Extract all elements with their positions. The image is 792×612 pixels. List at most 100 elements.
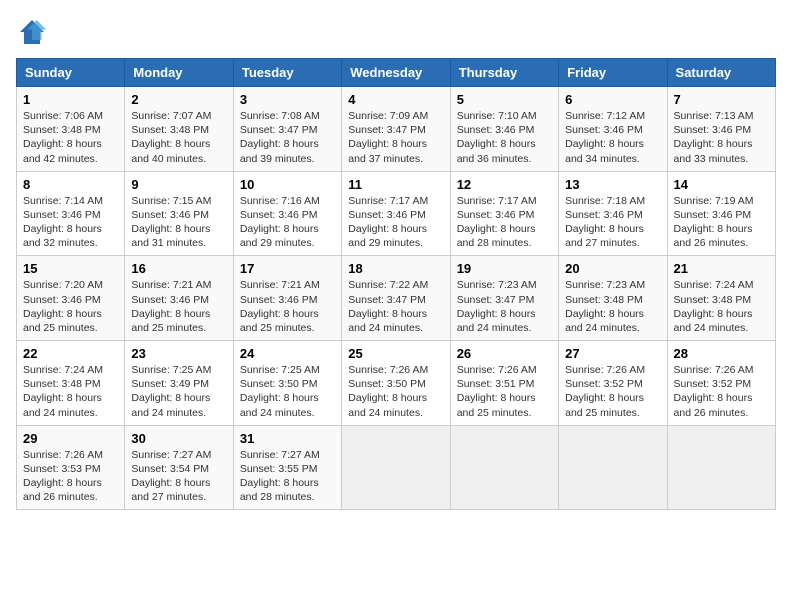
day-number: 31 <box>240 431 335 446</box>
day-number: 28 <box>674 346 769 361</box>
cell-info: Sunrise: 7:23 AMSunset: 3:48 PMDaylight:… <box>565 279 645 334</box>
day-number: 16 <box>131 261 226 276</box>
calendar-cell: 7 Sunrise: 7:13 AMSunset: 3:46 PMDayligh… <box>667 87 775 172</box>
header-sunday: Sunday <box>17 59 125 87</box>
calendar-cell: 17 Sunrise: 7:21 AMSunset: 3:46 PMDaylig… <box>233 256 341 341</box>
cell-info: Sunrise: 7:17 AMSunset: 3:46 PMDaylight:… <box>457 195 537 250</box>
calendar-cell <box>667 425 775 510</box>
calendar-cell: 25 Sunrise: 7:26 AMSunset: 3:50 PMDaylig… <box>342 341 450 426</box>
header-tuesday: Tuesday <box>233 59 341 87</box>
day-number: 8 <box>23 177 118 192</box>
calendar-cell: 21 Sunrise: 7:24 AMSunset: 3:48 PMDaylig… <box>667 256 775 341</box>
cell-info: Sunrise: 7:26 AMSunset: 3:51 PMDaylight:… <box>457 364 537 419</box>
cell-info: Sunrise: 7:09 AMSunset: 3:47 PMDaylight:… <box>348 110 428 165</box>
day-number: 24 <box>240 346 335 361</box>
calendar-body: 1 Sunrise: 7:06 AMSunset: 3:48 PMDayligh… <box>17 87 776 510</box>
day-number: 30 <box>131 431 226 446</box>
day-number: 15 <box>23 261 118 276</box>
calendar-cell: 3 Sunrise: 7:08 AMSunset: 3:47 PMDayligh… <box>233 87 341 172</box>
week-row-1: 1 Sunrise: 7:06 AMSunset: 3:48 PMDayligh… <box>17 87 776 172</box>
calendar-cell: 9 Sunrise: 7:15 AMSunset: 3:46 PMDayligh… <box>125 171 233 256</box>
calendar-cell: 24 Sunrise: 7:25 AMSunset: 3:50 PMDaylig… <box>233 341 341 426</box>
cell-info: Sunrise: 7:24 AMSunset: 3:48 PMDaylight:… <box>674 279 754 334</box>
cell-info: Sunrise: 7:23 AMSunset: 3:47 PMDaylight:… <box>457 279 537 334</box>
day-number: 26 <box>457 346 552 361</box>
calendar-cell <box>559 425 667 510</box>
cell-info: Sunrise: 7:17 AMSunset: 3:46 PMDaylight:… <box>348 195 428 250</box>
day-number: 18 <box>348 261 443 276</box>
calendar-cell: 15 Sunrise: 7:20 AMSunset: 3:46 PMDaylig… <box>17 256 125 341</box>
cell-info: Sunrise: 7:21 AMSunset: 3:46 PMDaylight:… <box>240 279 320 334</box>
day-number: 2 <box>131 92 226 107</box>
day-number: 5 <box>457 92 552 107</box>
calendar-cell: 22 Sunrise: 7:24 AMSunset: 3:48 PMDaylig… <box>17 341 125 426</box>
cell-info: Sunrise: 7:18 AMSunset: 3:46 PMDaylight:… <box>565 195 645 250</box>
day-number: 10 <box>240 177 335 192</box>
day-number: 13 <box>565 177 660 192</box>
week-row-2: 8 Sunrise: 7:14 AMSunset: 3:46 PMDayligh… <box>17 171 776 256</box>
calendar-table: SundayMondayTuesdayWednesdayThursdayFrid… <box>16 58 776 510</box>
calendar-cell: 12 Sunrise: 7:17 AMSunset: 3:46 PMDaylig… <box>450 171 558 256</box>
calendar-cell: 19 Sunrise: 7:23 AMSunset: 3:47 PMDaylig… <box>450 256 558 341</box>
day-number: 11 <box>348 177 443 192</box>
cell-info: Sunrise: 7:26 AMSunset: 3:52 PMDaylight:… <box>674 364 754 419</box>
day-number: 29 <box>23 431 118 446</box>
calendar-cell: 28 Sunrise: 7:26 AMSunset: 3:52 PMDaylig… <box>667 341 775 426</box>
week-row-3: 15 Sunrise: 7:20 AMSunset: 3:46 PMDaylig… <box>17 256 776 341</box>
cell-info: Sunrise: 7:08 AMSunset: 3:47 PMDaylight:… <box>240 110 320 165</box>
calendar-cell: 20 Sunrise: 7:23 AMSunset: 3:48 PMDaylig… <box>559 256 667 341</box>
week-row-5: 29 Sunrise: 7:26 AMSunset: 3:53 PMDaylig… <box>17 425 776 510</box>
day-number: 17 <box>240 261 335 276</box>
day-number: 1 <box>23 92 118 107</box>
week-row-4: 22 Sunrise: 7:24 AMSunset: 3:48 PMDaylig… <box>17 341 776 426</box>
cell-info: Sunrise: 7:20 AMSunset: 3:46 PMDaylight:… <box>23 279 103 334</box>
cell-info: Sunrise: 7:12 AMSunset: 3:46 PMDaylight:… <box>565 110 645 165</box>
calendar-cell <box>342 425 450 510</box>
cell-info: Sunrise: 7:21 AMSunset: 3:46 PMDaylight:… <box>131 279 211 334</box>
cell-info: Sunrise: 7:27 AMSunset: 3:55 PMDaylight:… <box>240 449 320 504</box>
page-header <box>16 16 776 48</box>
calendar-cell: 10 Sunrise: 7:16 AMSunset: 3:46 PMDaylig… <box>233 171 341 256</box>
header-monday: Monday <box>125 59 233 87</box>
cell-info: Sunrise: 7:22 AMSunset: 3:47 PMDaylight:… <box>348 279 428 334</box>
cell-info: Sunrise: 7:13 AMSunset: 3:46 PMDaylight:… <box>674 110 754 165</box>
header-thursday: Thursday <box>450 59 558 87</box>
calendar-cell: 26 Sunrise: 7:26 AMSunset: 3:51 PMDaylig… <box>450 341 558 426</box>
cell-info: Sunrise: 7:19 AMSunset: 3:46 PMDaylight:… <box>674 195 754 250</box>
calendar-cell: 6 Sunrise: 7:12 AMSunset: 3:46 PMDayligh… <box>559 87 667 172</box>
calendar-cell: 23 Sunrise: 7:25 AMSunset: 3:49 PMDaylig… <box>125 341 233 426</box>
cell-info: Sunrise: 7:06 AMSunset: 3:48 PMDaylight:… <box>23 110 103 165</box>
cell-info: Sunrise: 7:26 AMSunset: 3:53 PMDaylight:… <box>23 449 103 504</box>
calendar-cell: 4 Sunrise: 7:09 AMSunset: 3:47 PMDayligh… <box>342 87 450 172</box>
day-number: 6 <box>565 92 660 107</box>
calendar-cell: 16 Sunrise: 7:21 AMSunset: 3:46 PMDaylig… <box>125 256 233 341</box>
calendar-cell: 2 Sunrise: 7:07 AMSunset: 3:48 PMDayligh… <box>125 87 233 172</box>
cell-info: Sunrise: 7:27 AMSunset: 3:54 PMDaylight:… <box>131 449 211 504</box>
cell-info: Sunrise: 7:26 AMSunset: 3:50 PMDaylight:… <box>348 364 428 419</box>
cell-info: Sunrise: 7:07 AMSunset: 3:48 PMDaylight:… <box>131 110 211 165</box>
calendar-cell: 30 Sunrise: 7:27 AMSunset: 3:54 PMDaylig… <box>125 425 233 510</box>
cell-info: Sunrise: 7:25 AMSunset: 3:49 PMDaylight:… <box>131 364 211 419</box>
day-number: 22 <box>23 346 118 361</box>
calendar-cell: 8 Sunrise: 7:14 AMSunset: 3:46 PMDayligh… <box>17 171 125 256</box>
calendar-cell: 31 Sunrise: 7:27 AMSunset: 3:55 PMDaylig… <box>233 425 341 510</box>
cell-info: Sunrise: 7:24 AMSunset: 3:48 PMDaylight:… <box>23 364 103 419</box>
calendar-cell: 27 Sunrise: 7:26 AMSunset: 3:52 PMDaylig… <box>559 341 667 426</box>
header-saturday: Saturday <box>667 59 775 87</box>
logo-icon <box>16 16 48 48</box>
day-number: 14 <box>674 177 769 192</box>
header-friday: Friday <box>559 59 667 87</box>
day-number: 21 <box>674 261 769 276</box>
calendar-cell: 14 Sunrise: 7:19 AMSunset: 3:46 PMDaylig… <box>667 171 775 256</box>
calendar-cell: 18 Sunrise: 7:22 AMSunset: 3:47 PMDaylig… <box>342 256 450 341</box>
header-wednesday: Wednesday <box>342 59 450 87</box>
day-number: 19 <box>457 261 552 276</box>
logo <box>16 16 52 48</box>
calendar-cell: 29 Sunrise: 7:26 AMSunset: 3:53 PMDaylig… <box>17 425 125 510</box>
calendar-cell: 13 Sunrise: 7:18 AMSunset: 3:46 PMDaylig… <box>559 171 667 256</box>
day-number: 4 <box>348 92 443 107</box>
cell-info: Sunrise: 7:14 AMSunset: 3:46 PMDaylight:… <box>23 195 103 250</box>
cell-info: Sunrise: 7:15 AMSunset: 3:46 PMDaylight:… <box>131 195 211 250</box>
calendar-cell: 11 Sunrise: 7:17 AMSunset: 3:46 PMDaylig… <box>342 171 450 256</box>
cell-info: Sunrise: 7:10 AMSunset: 3:46 PMDaylight:… <box>457 110 537 165</box>
